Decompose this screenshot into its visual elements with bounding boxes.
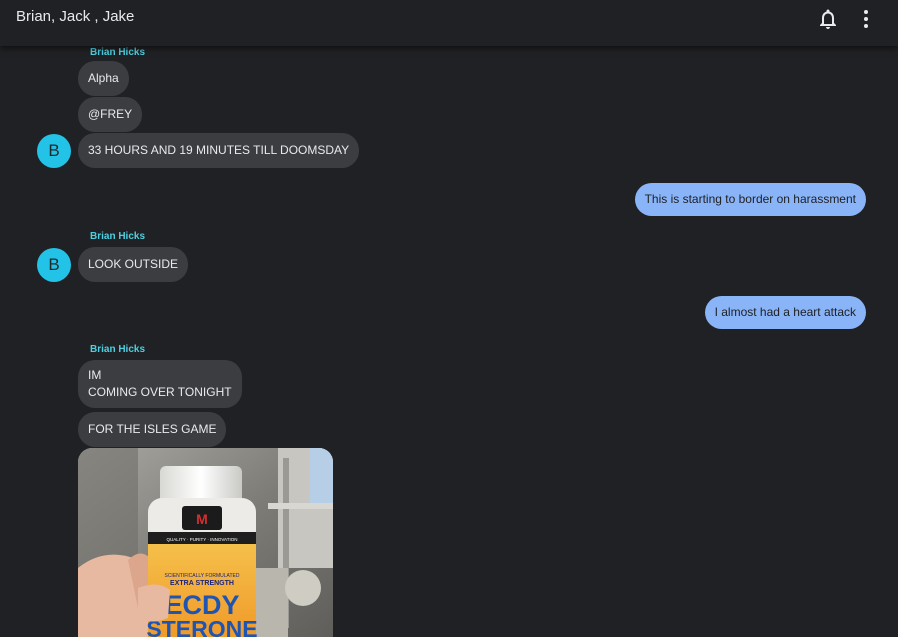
bottle-brand: M xyxy=(196,511,208,527)
message-bubble[interactable]: @FREY xyxy=(78,97,143,132)
conversation-title: Brian, Jack , Jake xyxy=(16,8,135,25)
message-bubble[interactable]: LOOK OUTSIDE xyxy=(78,247,189,282)
bottle-small-label: QUALITY · PURITY · INNOVATION xyxy=(167,537,238,542)
avatar[interactable]: B xyxy=(37,248,71,282)
message-bubble[interactable]: FOR THE ISLES GAME xyxy=(78,412,227,447)
message-bubble[interactable]: 33 HOURS AND 19 MINUTES TILL DOOMSDAY xyxy=(78,133,360,168)
sender-name: Brian Hicks xyxy=(90,231,146,242)
sender-name: Brian Hicks xyxy=(90,47,146,58)
more-vert-icon[interactable] xyxy=(854,7,878,31)
bell-icon[interactable] xyxy=(816,7,840,31)
sender-name: Brian Hicks xyxy=(90,344,146,355)
message-bubble[interactable]: Alpha xyxy=(78,61,129,96)
app-bar: Brian, Jack , Jake xyxy=(0,0,898,46)
bottle-formulated-label: SCIENTIFICALLY FORMULATED xyxy=(164,573,239,579)
supplement-bottle-photo: QUALITY · PURITY · INNOVATION M SCIENTIF… xyxy=(78,448,333,637)
message-bubble[interactable]: IM COMING OVER TONIGHT xyxy=(78,360,242,408)
avatar[interactable]: B xyxy=(37,134,71,168)
message-bubble-outgoing[interactable]: This is starting to border on harassment xyxy=(634,183,866,216)
bottle-strength-label: EXTRA STRENGTH xyxy=(170,580,234,587)
image-attachment[interactable]: QUALITY · PURITY · INNOVATION M SCIENTIF… xyxy=(78,448,333,637)
message-bubble-outgoing[interactable]: I almost had a heart attack xyxy=(704,296,866,329)
